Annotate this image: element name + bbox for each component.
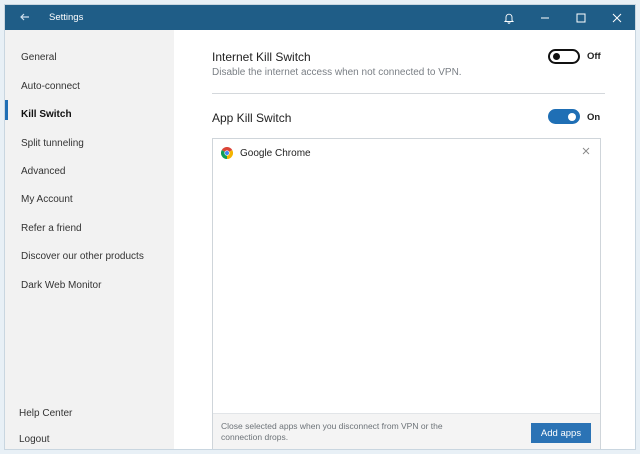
settings-window: Settings General Auto-connect Kill Switc…: [4, 4, 636, 450]
minimize-icon[interactable]: [530, 5, 560, 30]
chrome-icon: [220, 146, 234, 159]
sidebar-item-general[interactable]: General: [21, 52, 57, 63]
internet-kill-switch-description: Disable the internet access when not con…: [212, 67, 462, 78]
maximize-icon[interactable]: [566, 5, 596, 30]
sidebar-item-kill-switch[interactable]: Kill Switch: [21, 109, 72, 120]
sidebar-item-refer-a-friend[interactable]: Refer a friend: [21, 223, 82, 234]
sidebar-item-dark-web-monitor[interactable]: Dark Web Monitor: [21, 280, 101, 291]
app-kill-switch-state: On: [587, 112, 601, 123]
toggle-knob: [568, 113, 576, 121]
add-apps-button[interactable]: Add apps: [531, 423, 591, 443]
app-kill-switch-toggle[interactable]: [548, 109, 580, 124]
sidebar-item-advanced[interactable]: Advanced: [21, 166, 65, 177]
internet-kill-switch-state: Off: [587, 51, 601, 62]
sidebar-item-help-center[interactable]: Help Center: [19, 408, 72, 419]
window-title: Settings: [49, 12, 84, 23]
app-list-footer: Close selected apps when you disconnect …: [213, 413, 600, 449]
internet-kill-switch-toggle[interactable]: [548, 49, 580, 64]
active-nav-indicator: [5, 100, 8, 120]
sidebar-item-discover-products[interactable]: Discover our other products: [21, 251, 144, 262]
section-divider: [212, 93, 605, 94]
sidebar-item-split-tunneling[interactable]: Split tunneling: [21, 138, 84, 149]
sidebar-item-my-account[interactable]: My Account: [21, 194, 73, 205]
arrow-left-icon[interactable]: [17, 9, 33, 25]
main-panel: Internet Kill Switch Disable the interne…: [174, 30, 635, 449]
title-bar: Settings: [5, 5, 635, 30]
app-kill-switch-title: App Kill Switch: [212, 111, 292, 125]
bell-icon[interactable]: [494, 5, 524, 30]
app-kill-switch-footer-text: Close selected apps when you disconnect …: [221, 421, 443, 442]
toggle-knob: [553, 53, 560, 60]
close-icon[interactable]: [602, 5, 632, 30]
list-item[interactable]: Google Chrome: [213, 139, 600, 167]
sidebar-item-auto-connect[interactable]: Auto-connect: [21, 81, 80, 92]
sidebar: General Auto-connect Kill Switch Split t…: [5, 30, 174, 449]
sidebar-item-logout[interactable]: Logout: [19, 434, 50, 445]
app-name: Google Chrome: [240, 148, 311, 159]
app-list: Google Chrome Close selected apps when y…: [212, 138, 601, 449]
internet-kill-switch-title: Internet Kill Switch: [212, 50, 311, 64]
close-icon[interactable]: [580, 145, 592, 157]
